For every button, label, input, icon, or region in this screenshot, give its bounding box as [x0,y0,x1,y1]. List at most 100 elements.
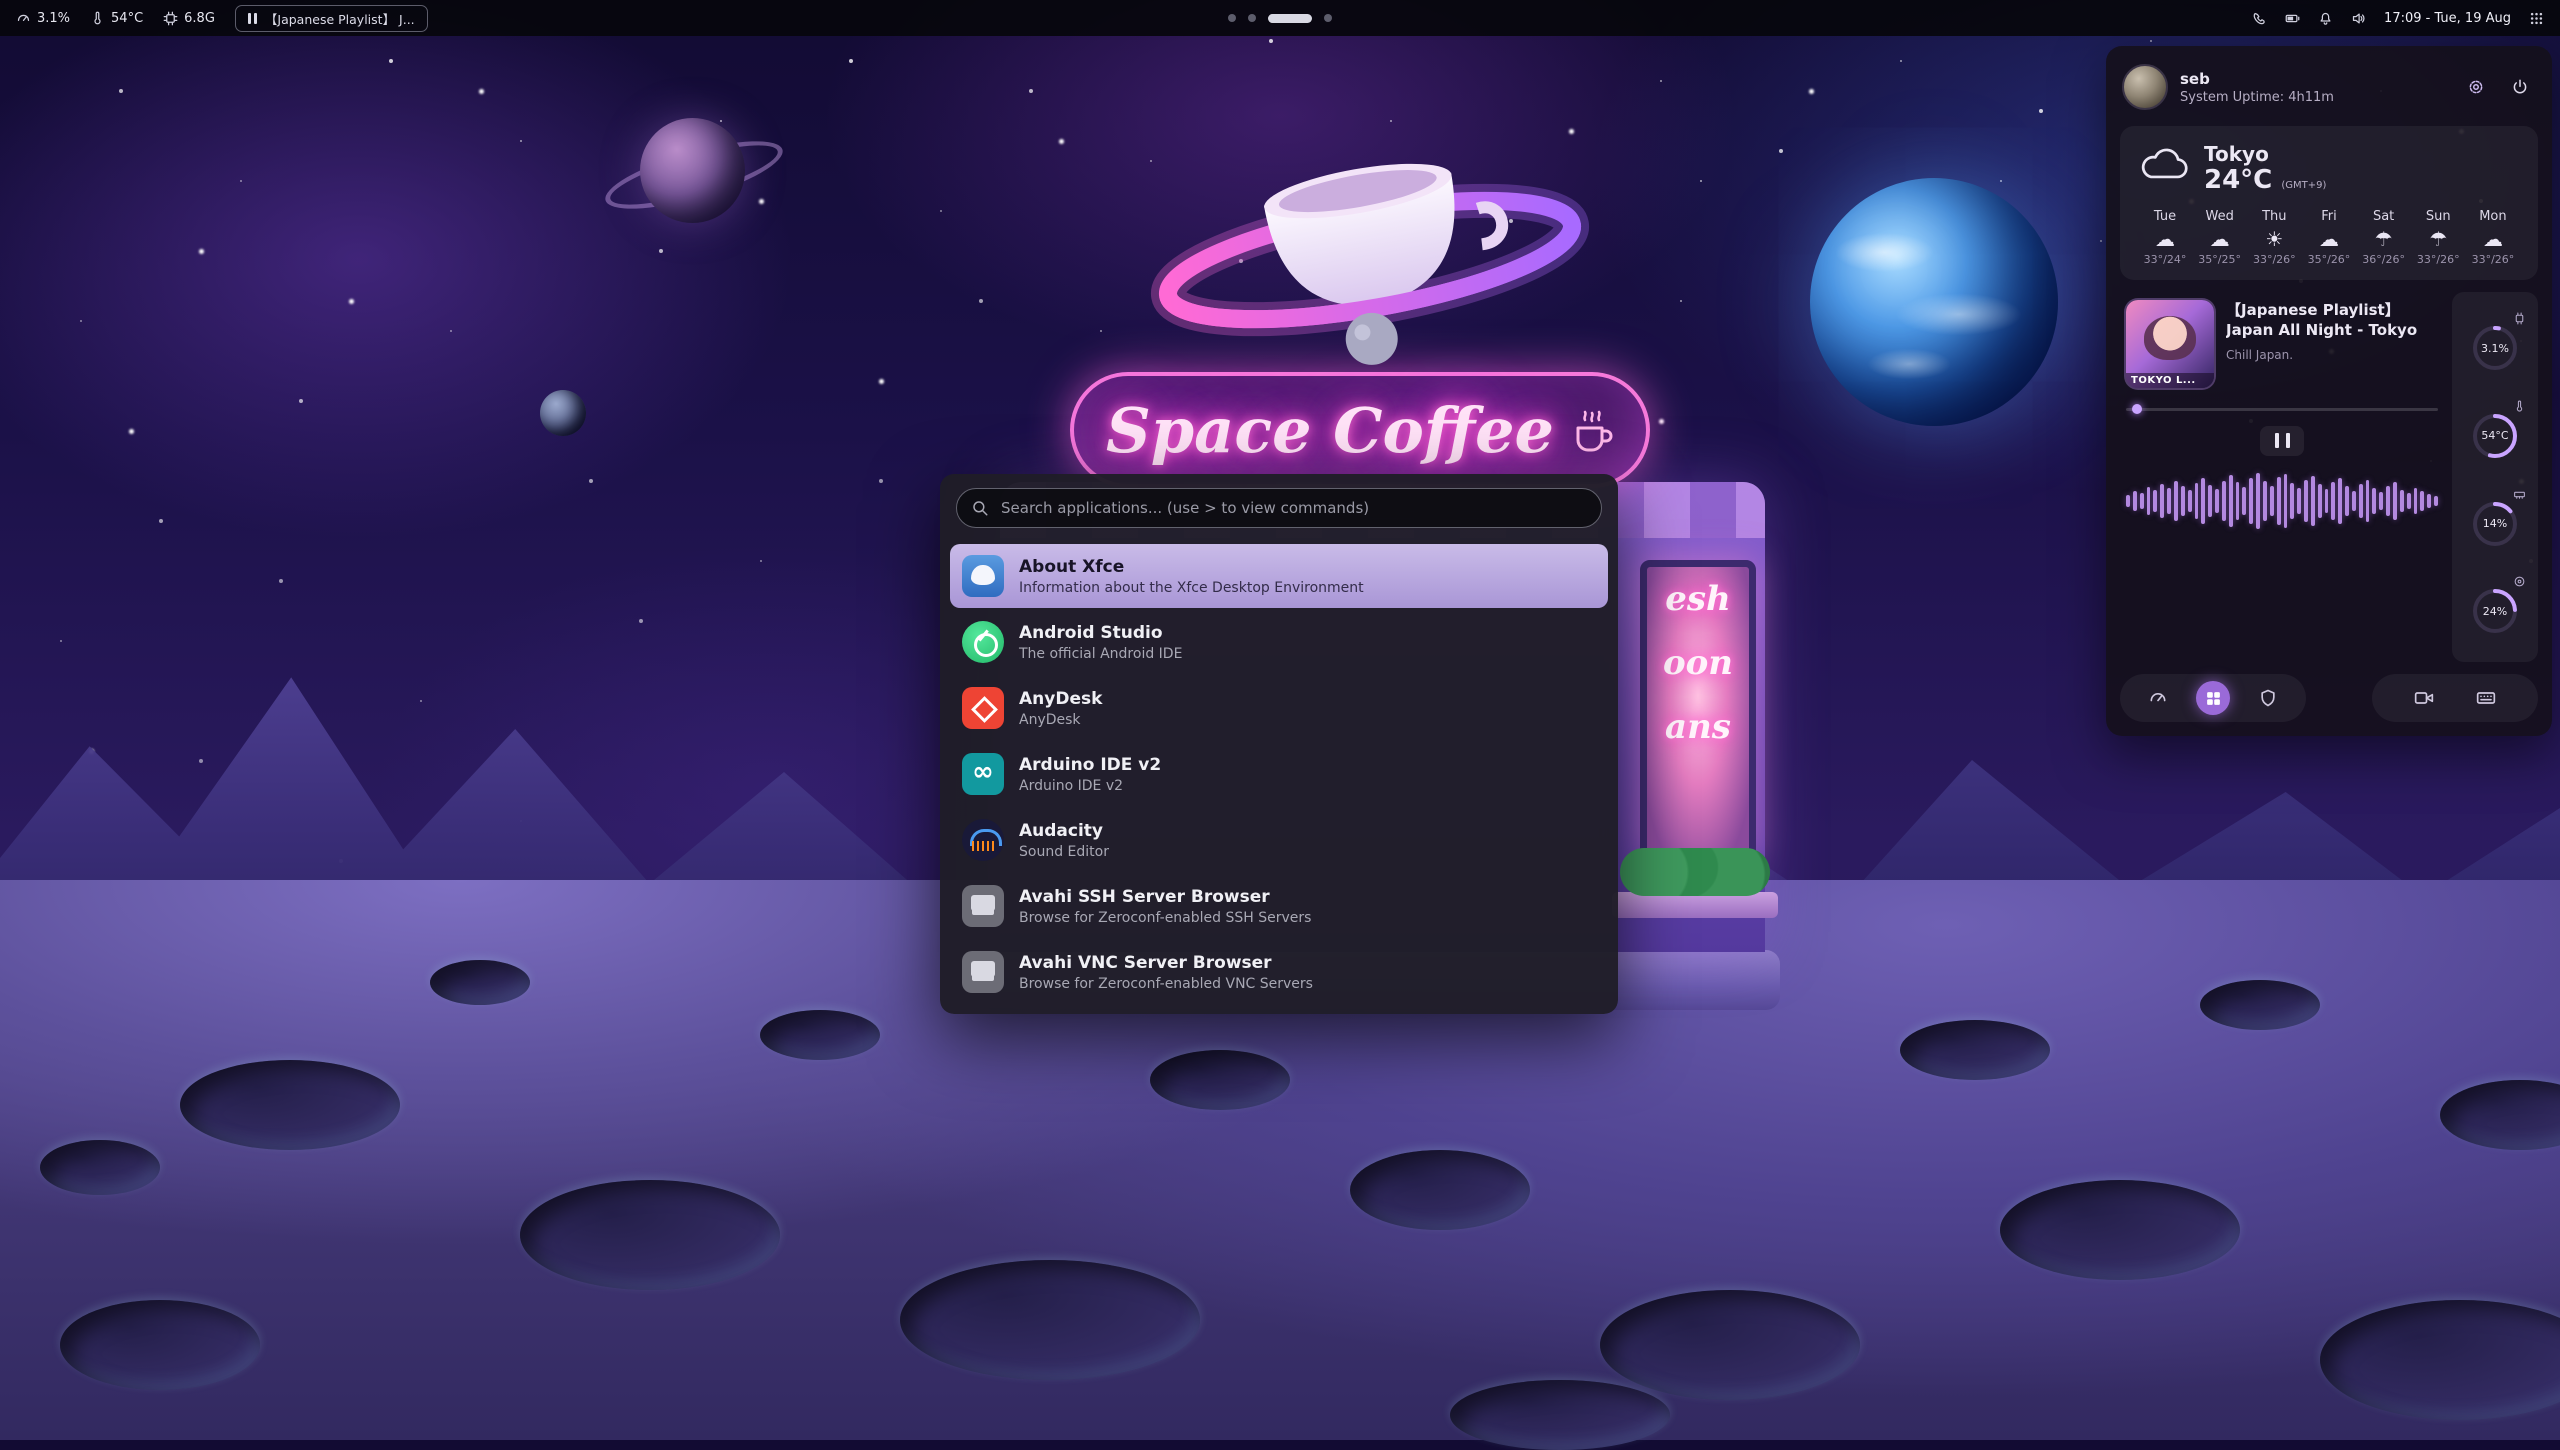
pause-button[interactable] [2260,426,2304,456]
temp-stat-value: 54°C [111,11,143,26]
result-row-arduino[interactable]: Arduino IDE v2 Arduino IDE v2 [950,742,1608,806]
disk-icon [2513,575,2526,588]
workspace-active-pill[interactable] [1268,14,1312,23]
power-button[interactable] [2504,71,2536,103]
result-row-avahi-vnc[interactable]: Avahi VNC Server Browser Browse for Zero… [950,940,1608,1004]
quick-actions-row [2120,674,2538,722]
quick-actions-left [2120,674,2306,722]
forecast-day: Fri ☁ 35°/26° [2302,209,2356,266]
cpu-stat-value: 3.1% [37,11,70,26]
crater [1150,1050,1290,1110]
result-title: Avahi VNC Server Browser [1019,953,1313,973]
widget-panel: seb System Uptime: 4h11m Tokyo 24°C (GMT… [2106,46,2552,736]
crater [1350,1150,1530,1230]
phone-icon[interactable] [2252,11,2267,26]
weather-city: Tokyo [2204,142,2326,166]
clock[interactable]: 17:09 - Tue, 19 Aug [2384,11,2511,26]
shield-icon[interactable] [2258,688,2278,708]
screen-record-icon[interactable] [2414,688,2434,708]
temperature-gauge: 54°C [2466,402,2524,464]
result-row-audacity[interactable]: Audacity Sound Editor [950,808,1608,872]
volume-icon[interactable] [2351,11,2366,26]
cpu-icon [2513,312,2526,325]
weather-glyph-icon: ☂ [2411,229,2465,249]
workspace-dot[interactable] [1248,14,1256,22]
weather-glyph-icon: ☂ [2357,229,2411,249]
search-icon [971,499,989,517]
top-panel: 3.1% 54°C 6.8G 【Japanese Playlist】 J... … [0,0,2560,36]
now-playing-text: 【Japanese Playlist】 J... [265,9,415,28]
username: seb [2180,70,2334,88]
track-title: 【Japanese Playlist】 Japan All Night - To… [2226,300,2438,342]
ram-icon [2513,488,2526,501]
crater [760,1010,880,1060]
seek-handle[interactable] [2132,404,2142,414]
avatar [2122,64,2168,110]
notification-bell-icon[interactable] [2318,11,2333,26]
workspace-dot[interactable] [1228,14,1236,22]
window-neon-word: oon [1647,631,1749,695]
anydesk-icon [962,687,1004,729]
memory-stat: 6.8G [163,11,215,26]
result-desc: Sound Editor [1019,844,1109,860]
battery-icon[interactable] [2285,11,2300,26]
music-player-card: TOKYO L... 【Japanese Playlist】 Japan All… [2120,292,2442,662]
memory-stat-value: 6.8G [184,11,215,26]
result-title: AnyDesk [1019,689,1102,709]
result-title: Audacity [1019,821,1109,841]
app-grid-icon[interactable] [2529,11,2544,26]
crater [520,1180,780,1290]
coffee-cup-icon [1570,404,1614,456]
search-input[interactable] [956,488,1602,528]
forecast-day: Sat ☂ 36°/26° [2357,209,2411,266]
window-neon-word: ans [1647,695,1749,759]
workspace-dot[interactable] [1324,14,1332,22]
weather-glyph-icon: ☀ [2247,229,2301,249]
settings-button[interactable] [2460,71,2492,103]
seek-bar[interactable] [2126,404,2438,414]
result-row-anydesk[interactable]: AnyDesk AnyDesk [950,676,1608,740]
crater [40,1140,160,1195]
now-playing-widget[interactable]: 【Japanese Playlist】 J... [235,5,428,32]
result-title: Avahi SSH Server Browser [1019,887,1311,907]
forecast-row: Tue ☁ 33°/24° Wed ☁ 35°/25° Thu ☀ 33°/26… [2138,209,2520,266]
quick-actions-right [2372,674,2538,722]
weather-glyph-icon: ☁ [2466,229,2520,249]
result-desc: Browse for Zeroconf-enabled VNC Servers [1019,976,1313,992]
cpu-gauge: 3.1% [2466,314,2524,376]
cpu-stat: 3.1% [16,11,70,26]
crater [2200,980,2320,1030]
sign-text: Space Coffee [1106,394,1554,467]
profile-card: seb System Uptime: 4h11m [2120,60,2538,114]
apps-grid-icon [2205,690,2222,707]
apps-button-active[interactable] [2196,681,2230,715]
weather-glyph-icon: ☁ [2138,229,2192,249]
weather-card: Tokyo 24°C (GMT+9) Tue ☁ 33°/24° Wed ☁ 3… [2120,126,2538,280]
crater [60,1300,260,1390]
album-art[interactable]: TOKYO L... [2126,300,2214,388]
disk-gauge: 24% [2466,577,2524,639]
earth-planet [1810,178,2058,426]
result-row-avahi-ssh[interactable]: Avahi SSH Server Browser Browse for Zero… [950,874,1608,938]
forecast-day: Mon ☁ 33°/26° [2466,209,2520,266]
application-launcher: About Xfce Information about the Xfce De… [940,474,1618,1014]
crater [900,1260,1200,1380]
forecast-day: Sun ☂ 33°/26° [2411,209,2465,266]
result-title: About Xfce [1019,557,1364,577]
thermometer-icon [90,11,105,26]
xfce-app-icon [962,555,1004,597]
keyboard-icon[interactable] [2476,688,2496,708]
crater [180,1060,400,1150]
crater [2000,1180,2240,1280]
system-uptime: System Uptime: 4h11m [2180,90,2334,105]
forecast-day: Thu ☀ 33°/26° [2247,209,2301,266]
result-row-about-xfce[interactable]: About Xfce Information about the Xfce De… [950,544,1608,608]
result-row-android-studio[interactable]: Android Studio The official Android IDE [950,610,1608,674]
album-art-text: TOKYO L... [2126,373,2214,388]
weather-glyph-icon: ☁ [2193,229,2247,249]
memory-gauge: 14% [2466,490,2524,552]
cpu-gauge-icon [16,11,31,26]
dashboard-icon[interactable] [2148,688,2168,708]
audacity-icon [962,819,1004,861]
workspace-switcher [1228,0,1332,36]
